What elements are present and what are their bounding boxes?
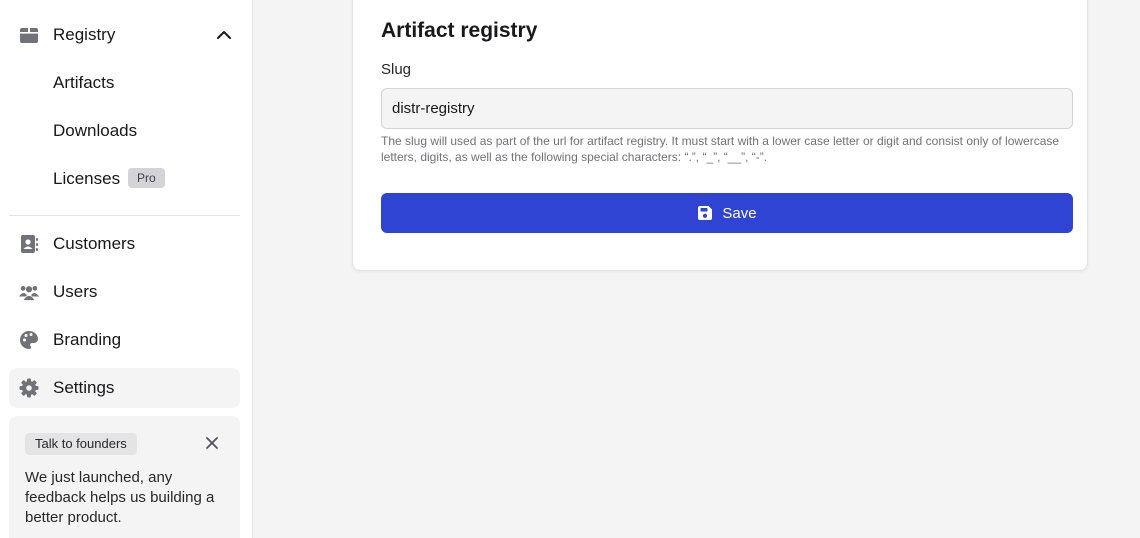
sidebar-subitem-artifacts[interactable]: Artifacts — [9, 65, 240, 101]
chevron-up-icon[interactable] — [216, 27, 232, 43]
sidebar-subitem-licenses[interactable]: Licenses Pro — [9, 161, 240, 197]
sidebar-subitem-downloads[interactable]: Downloads — [9, 113, 240, 149]
sidebar-item-registry[interactable]: Registry — [9, 15, 240, 55]
sidebar-item-branding[interactable]: Branding — [9, 320, 240, 360]
save-button[interactable]: Save — [381, 193, 1073, 233]
box-icon — [19, 25, 39, 45]
slug-help-text: The slug will used as part of the url fo… — [381, 134, 1060, 164]
slug-input[interactable] — [381, 88, 1073, 129]
sidebar-item-settings[interactable]: Settings — [9, 368, 240, 408]
sidebar-item-label: Licenses — [53, 169, 121, 188]
pro-badge: Pro — [128, 168, 165, 188]
gear-icon — [19, 378, 39, 398]
sidebar: Registry Artifacts Downloads Licenses Pr… — [0, 0, 253, 538]
sidebar-item-label: Customers — [53, 234, 136, 253]
contact-book-icon — [19, 234, 39, 254]
sidebar-item-label: Settings — [53, 378, 115, 397]
founders-promo: Talk to founders We just launched, any f… — [9, 416, 240, 538]
users-icon — [19, 282, 39, 302]
floppy-disk-icon — [697, 205, 713, 221]
sidebar-item-label: Artifacts — [53, 73, 115, 92]
card-title: Artifact registry — [381, 19, 538, 42]
save-button-label: Save — [722, 204, 757, 222]
promo-tag: Talk to founders — [25, 433, 137, 455]
sidebar-item-label: Downloads — [53, 121, 138, 140]
sidebar-item-customers[interactable]: Customers — [9, 224, 240, 264]
sidebar-item-label: Users — [53, 282, 98, 301]
sidebar-divider — [9, 215, 240, 216]
sidebar-item-users[interactable]: Users — [9, 272, 240, 312]
sidebar-item-label: Registry — [53, 25, 116, 44]
promo-text: We just launched, any feedback helps us … — [25, 469, 215, 526]
palette-icon — [19, 330, 39, 350]
close-icon[interactable] — [205, 436, 219, 450]
slug-label: Slug — [381, 61, 412, 78]
sidebar-item-label: Branding — [53, 330, 122, 349]
artifact-registry-card: Artifact registry Slug The slug will use… — [352, 0, 1088, 271]
